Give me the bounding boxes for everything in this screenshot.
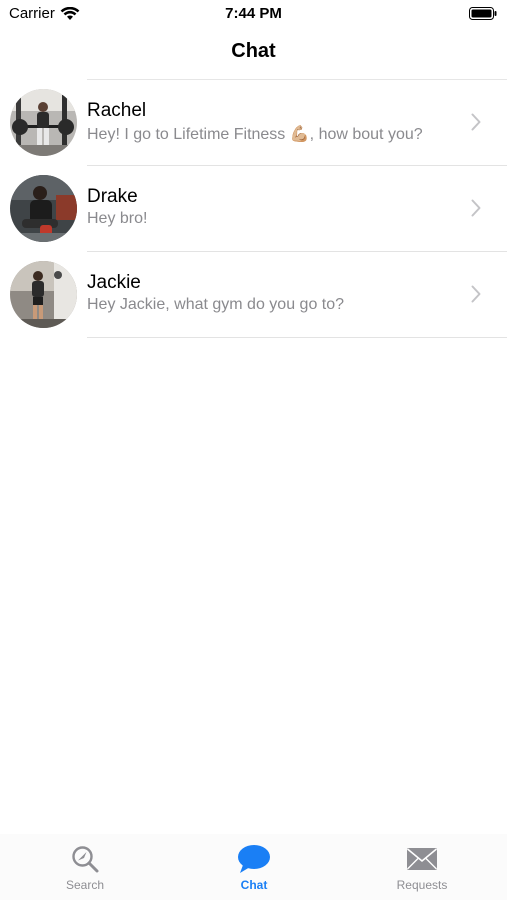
tab-label: Chat	[240, 878, 268, 892]
chat-preview: Hey bro!	[87, 210, 148, 227]
battery-icon	[469, 7, 497, 20]
tab-label: Search	[65, 878, 105, 892]
tab-bar: Search Chat Requests	[0, 834, 507, 900]
chat-row-drake[interactable]: Drake Hey bro!	[0, 166, 507, 252]
chevron-right-icon	[471, 285, 481, 303]
tab-requests[interactable]: Requests	[362, 834, 482, 900]
chat-row-rachel[interactable]: Rachel Hey! I go to Lifetime Fitness 💪🏼,…	[0, 80, 507, 166]
tab-label: Requests	[396, 878, 448, 892]
avatar-photo-jackie	[10, 261, 77, 328]
envelope-icon	[406, 848, 438, 870]
chat-row-jackie[interactable]: Jackie Hey Jackie, what gym do you go to…	[0, 252, 507, 338]
tab-search[interactable]: Search	[25, 834, 145, 900]
search-icon	[72, 846, 99, 873]
avatar	[10, 175, 77, 242]
avatar	[10, 261, 77, 328]
avatar	[10, 89, 77, 156]
chevron-right-icon	[471, 113, 481, 131]
page-title: Chat	[231, 40, 276, 62]
status-bar: Carrier 7:44 PM	[0, 0, 507, 28]
tab-chat[interactable]: Chat	[194, 834, 314, 900]
avatar-photo-drake	[10, 175, 77, 242]
chat-name: Jackie	[87, 272, 141, 293]
status-time: 7:44 PM	[225, 5, 282, 22]
chat-preview: Hey! I go to Lifetime Fitness 💪🏼, how bo…	[87, 126, 423, 143]
chat-name: Drake	[87, 186, 138, 207]
chevron-right-icon	[471, 199, 481, 217]
chat-name: Rachel	[87, 100, 147, 121]
chat-bubble-icon	[238, 845, 270, 873]
chat-preview: Hey Jackie, what gym do you go to?	[87, 296, 345, 313]
chat-list: Rachel Hey! I go to Lifetime Fitness 💪🏼,…	[0, 80, 507, 338]
row-divider	[87, 337, 507, 338]
avatar-photo-rachel	[10, 89, 77, 156]
